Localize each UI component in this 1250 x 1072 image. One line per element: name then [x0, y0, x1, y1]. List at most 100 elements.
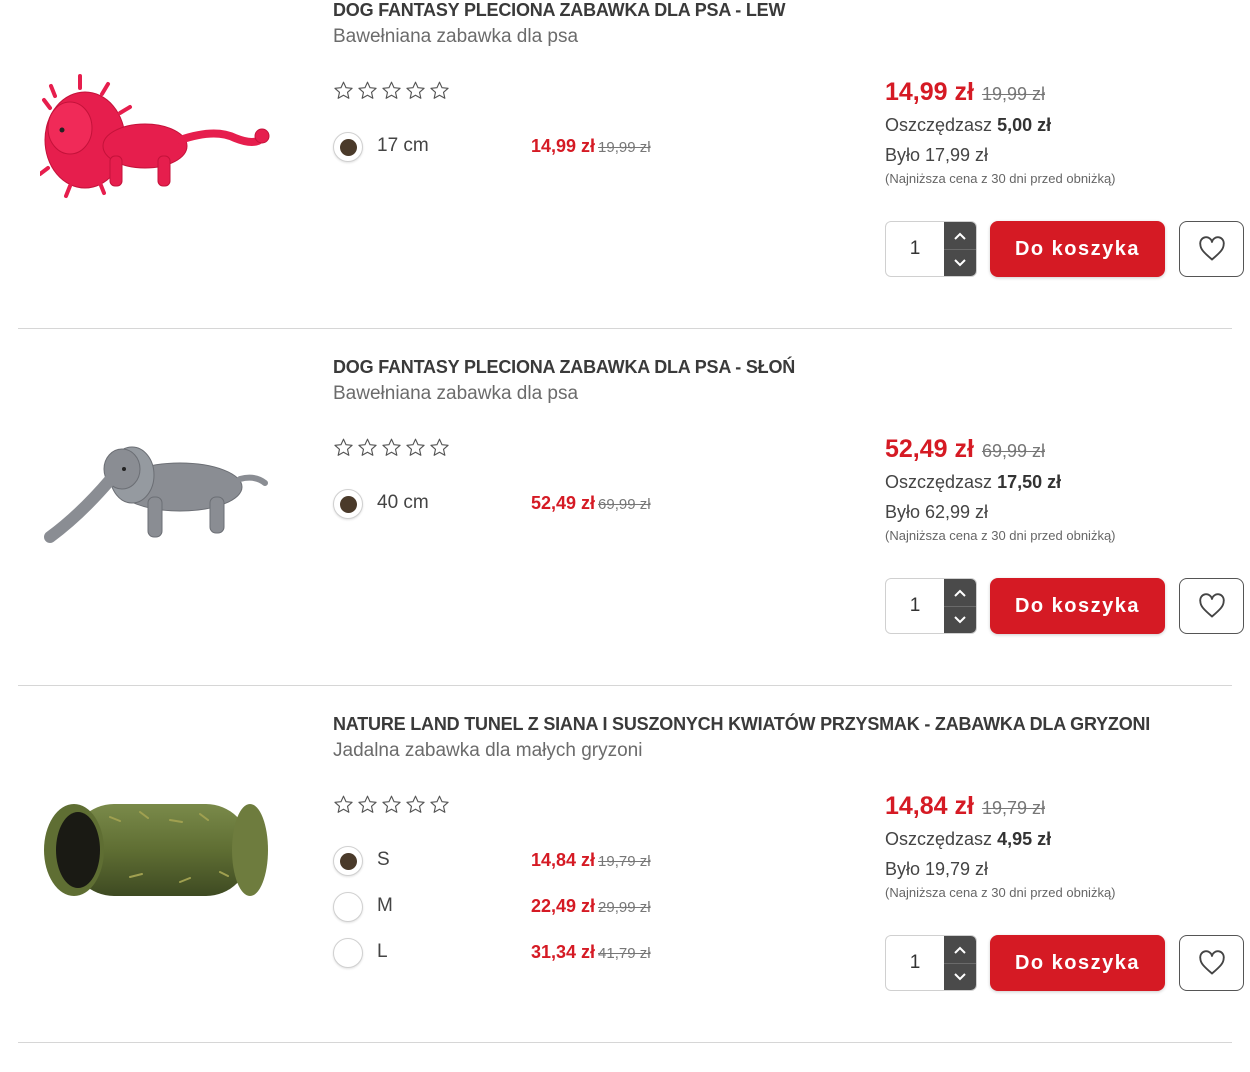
cart-controls: 1 Do koszyka [885, 935, 1245, 991]
old-price: 19,79 zł [981, 798, 1045, 818]
quantity-decrease-button[interactable] [944, 606, 976, 633]
rating-stars[interactable] [333, 437, 450, 458]
chevron-down-icon [954, 973, 966, 981]
quantity-input[interactable]: 1 [886, 579, 944, 633]
variant-option[interactable]: 40 cm 52,49 zł 69,99 zł [333, 487, 673, 533]
product-title[interactable]: DOG FANTASY PLECIONA ZABAWKA DLA PSA - L… [333, 0, 785, 21]
variant-radio[interactable] [333, 132, 363, 162]
star-outline-icon [406, 81, 425, 99]
savings-amount: 5,00 zł [997, 115, 1052, 135]
variant-option[interactable]: S 14,84 zł 19,79 zł [333, 844, 673, 890]
star-outline-icon [334, 795, 353, 813]
wishlist-button[interactable] [1179, 221, 1244, 277]
quantity-input[interactable]: 1 [886, 936, 944, 990]
savings-line: Oszczędzasz 17,50 zł [885, 472, 1062, 492]
chevron-up-icon [954, 946, 966, 954]
star-outline-icon [406, 438, 425, 456]
variant-option[interactable]: M 22,49 zł 29,99 zł [333, 890, 673, 936]
wishlist-button[interactable] [1179, 578, 1244, 634]
cart-controls: 1 Do koszyka [885, 221, 1245, 277]
add-to-cart-button[interactable]: Do koszyka [990, 578, 1165, 634]
product-image-tunnel[interactable] [40, 782, 270, 922]
rating-stars[interactable] [333, 80, 450, 101]
lion-toy-image [40, 74, 270, 198]
product-card: NATURE LAND TUNEL Z SIANA I SUSZONYCH KW… [0, 714, 1250, 1071]
variant-old-price: 19,79 zł [598, 853, 651, 870]
product-title[interactable]: NATURE LAND TUNEL Z SIANA I SUSZONYCH KW… [333, 714, 1150, 735]
product-divider [18, 685, 1232, 686]
lowest-price-note: (Najniższa cena z 30 dni przed obniżką) [885, 528, 1116, 543]
product-title[interactable]: DOG FANTASY PLECIONA ZABAWKA DLA PSA - S… [333, 357, 795, 378]
variant-option[interactable]: L 31,34 zł 41,79 zł [333, 936, 673, 982]
savings-amount: 17,50 zł [997, 472, 1062, 492]
add-to-cart-button[interactable]: Do koszyka [990, 221, 1165, 277]
hay-tunnel-image [44, 804, 268, 896]
star-outline-icon [334, 438, 353, 456]
variant-option[interactable]: 17 cm 14,99 zł 19,99 zł [333, 130, 673, 176]
variant-old-price: 69,99 zł [598, 496, 651, 513]
quantity-decrease-button[interactable] [944, 963, 976, 990]
product-subtitle: Jadalna zabawka dla małych gryzoni [333, 740, 643, 761]
quantity-increase-button[interactable] [944, 222, 976, 249]
lowest-price-note: (Najniższa cena z 30 dni przed obniżką) [885, 171, 1116, 186]
product-card: DOG FANTASY PLECIONA ZABAWKA DLA PSA - L… [0, 0, 1250, 357]
price-box: 14,84 zł 19,79 zł Oszczędzasz 4,95 zł Był… [885, 792, 1245, 900]
variant-label: L [377, 941, 388, 962]
quantity-input[interactable]: 1 [886, 222, 944, 276]
cart-controls: 1 Do koszyka [885, 578, 1245, 634]
current-price: 14,84 zł 19,79 zł [885, 792, 1045, 820]
price-box: 52,49 zł 69,99 zł Oszczędzasz 17,50 zł By… [885, 435, 1245, 543]
product-image-elephant[interactable] [40, 425, 270, 565]
variant-label: 17 cm [377, 135, 429, 156]
current-price: 52,49 zł 69,99 zł [885, 435, 1045, 463]
variant-radio[interactable] [333, 938, 363, 968]
quantity-increase-button[interactable] [944, 579, 976, 606]
variant-radio[interactable] [333, 846, 363, 876]
quantity-stepper: 1 [885, 221, 977, 277]
variant-price: 14,84 zł 19,79 zł [531, 850, 651, 870]
variant-list: 17 cm 14,99 zł 19,99 zł [333, 130, 673, 176]
savings-line: Oszczędzasz 5,00 zł [885, 115, 1052, 135]
chevron-up-icon [954, 589, 966, 597]
product-divider [18, 1042, 1232, 1043]
previous-price: Było 62,99 zł [885, 502, 989, 522]
heart-outline-icon [1198, 950, 1225, 975]
previous-price: Było 17,99 zł [885, 145, 989, 165]
variant-radio[interactable] [333, 489, 363, 519]
product-image-lion[interactable] [40, 68, 270, 208]
lowest-price-note: (Najniższa cena z 30 dni przed obniżką) [885, 885, 1116, 900]
variant-list: S 14,84 zł 19,79 zł M 22,49 zł 29,99 zł L … [333, 844, 673, 982]
chevron-down-icon [954, 616, 966, 624]
savings-line: Oszczędzasz 4,95 zł [885, 829, 1052, 849]
quantity-decrease-button[interactable] [944, 249, 976, 276]
quantity-increase-button[interactable] [944, 936, 976, 963]
variant-price: 22,49 zł 29,99 zł [531, 896, 651, 916]
star-outline-icon [382, 81, 401, 99]
star-outline-icon [430, 81, 449, 99]
variant-radio[interactable] [333, 892, 363, 922]
price-box: 14,99 zł 19,99 zł Oszczędzasz 5,00 zł Był… [885, 78, 1245, 186]
variant-price: 14,99 zł 19,99 zł [531, 136, 651, 156]
star-outline-icon [430, 438, 449, 456]
star-outline-icon [406, 795, 425, 813]
heart-outline-icon [1198, 593, 1225, 618]
variant-old-price: 19,99 zł [598, 139, 651, 156]
variant-price: 31,34 zł 41,79 zł [531, 942, 651, 962]
elephant-toy-image [44, 446, 268, 543]
star-outline-icon [358, 438, 377, 456]
quantity-stepper: 1 [885, 578, 977, 634]
variant-old-price: 29,99 zł [598, 899, 651, 916]
add-to-cart-button[interactable]: Do koszyka [990, 935, 1165, 991]
rating-stars[interactable] [333, 794, 450, 815]
chevron-down-icon [954, 259, 966, 267]
heart-outline-icon [1198, 236, 1225, 261]
star-outline-icon [382, 795, 401, 813]
wishlist-button[interactable] [1179, 935, 1244, 991]
current-price: 14,99 zł 19,99 zł [885, 78, 1045, 106]
star-outline-icon [358, 81, 377, 99]
product-divider [18, 328, 1232, 329]
variant-old-price: 41,79 zł [598, 945, 651, 962]
product-subtitle: Bawełniana zabawka dla psa [333, 26, 579, 47]
old-price: 69,99 zł [981, 441, 1045, 461]
chevron-up-icon [954, 232, 966, 240]
